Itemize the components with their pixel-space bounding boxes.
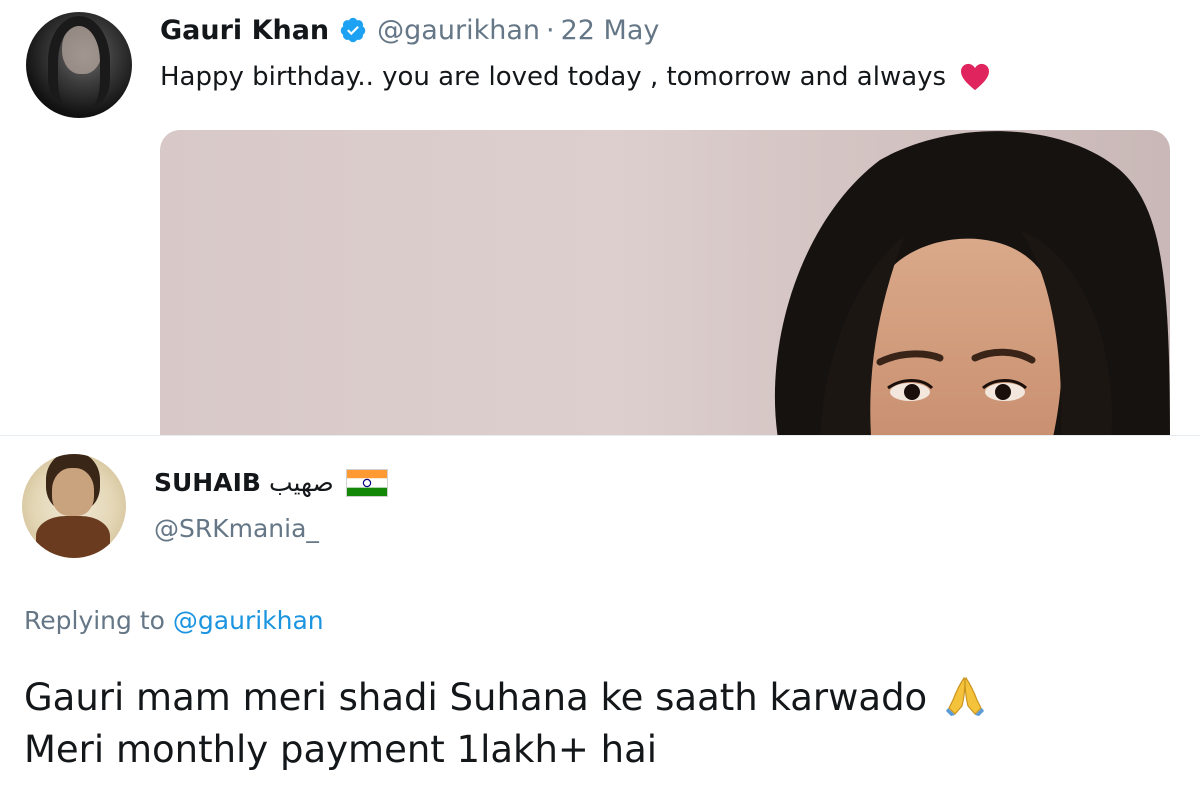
separator-dot: ·	[545, 14, 555, 46]
tweet-text: Happy birthday.. you are loved today , t…	[160, 62, 990, 92]
author-name[interactable]: Gauri Khan	[160, 15, 329, 46]
reply-author-name-arabic[interactable]: صهيب	[269, 468, 334, 497]
folded-hands-icon	[945, 674, 985, 716]
reply-text-line-1: Gauri mam meri shadi Suhana ke saath kar…	[24, 672, 985, 724]
author-handle[interactable]: @gaurikhan	[377, 15, 540, 46]
tweet-date[interactable]: 22 May	[561, 15, 660, 46]
reply-text-line-1-content: Gauri mam meri shadi Suhana ke saath kar…	[24, 676, 928, 719]
gauri-khan-avatar[interactable]	[26, 12, 132, 118]
replying-to-label: Replying to	[24, 606, 165, 635]
reply-tweet[interactable]: SUHAIB صهيب @SRKmania_ Replying to @gaur…	[0, 435, 1200, 801]
reply-author-handle[interactable]: @SRKmania_	[154, 514, 319, 543]
reply-text: Gauri mam meri shadi Suhana ke saath kar…	[24, 672, 985, 776]
original-tweet[interactable]: Gauri Khan @gaurikhan · 22 May Happy bir…	[0, 0, 1200, 435]
suhaib-avatar[interactable]	[22, 454, 126, 558]
tweet-media-image[interactable]	[160, 130, 1170, 435]
reply-author-name[interactable]: SUHAIB	[154, 468, 261, 497]
heart-icon	[960, 63, 990, 91]
replying-to-line: Replying to @gaurikhan	[24, 606, 324, 635]
tweet-text-content: Happy birthday.. you are loved today , t…	[160, 62, 947, 92]
reply-name-row: SUHAIB صهيب	[154, 468, 388, 497]
india-flag-icon	[345, 468, 388, 497]
verified-icon	[339, 16, 367, 44]
reply-text-line-2: Meri monthly payment 1lakh+ hai	[24, 728, 658, 771]
tweet-header: Gauri Khan @gaurikhan · 22 May	[160, 10, 659, 50]
photo-illustration	[774, 131, 1170, 435]
replying-to-mention-link[interactable]: @gaurikhan	[173, 606, 324, 635]
